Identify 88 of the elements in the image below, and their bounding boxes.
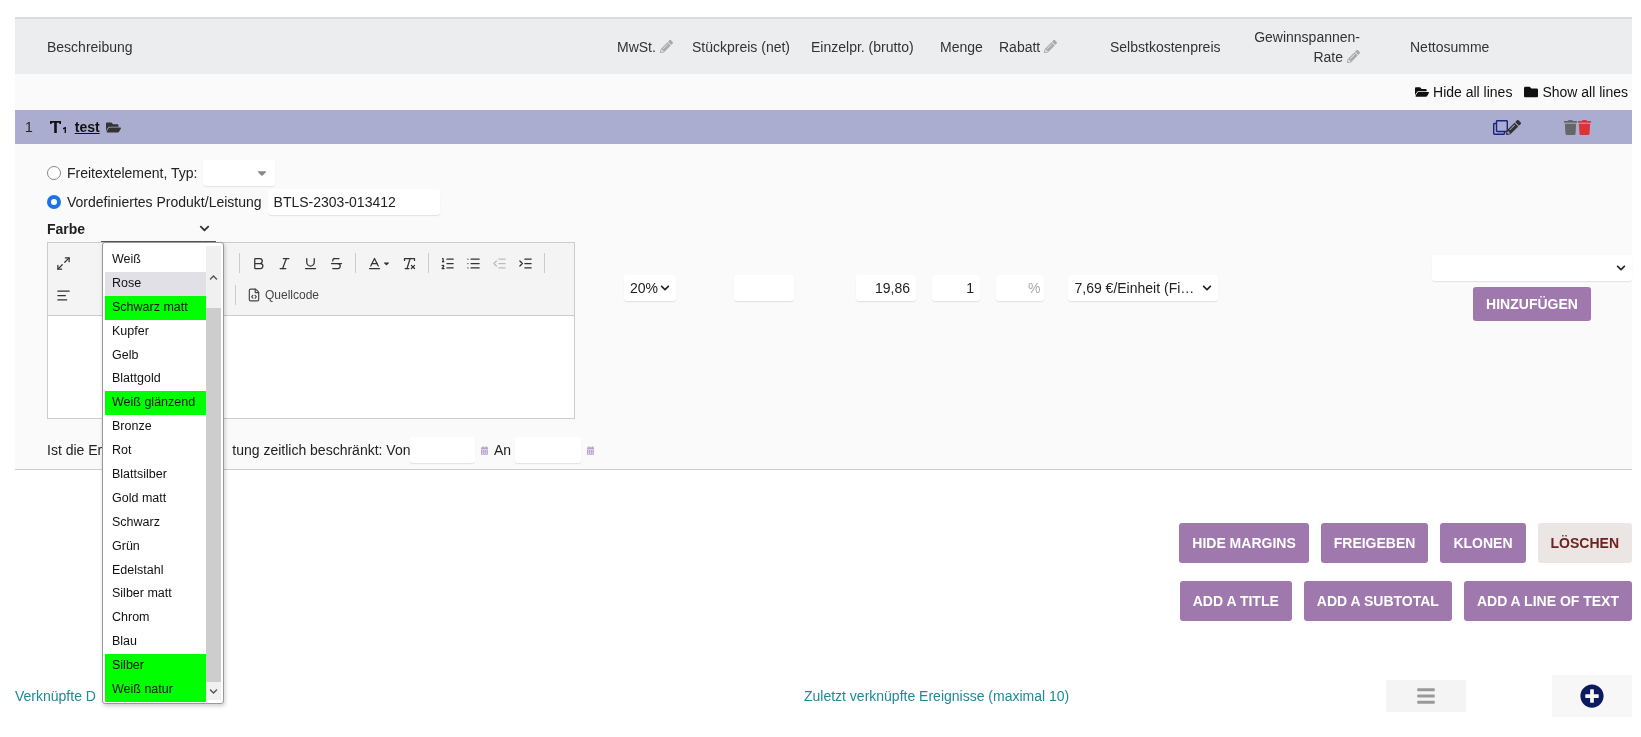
dropdown-option[interactable]: Edelstahl (105, 558, 206, 583)
chevron-icon (1202, 283, 1213, 293)
linked-events-link[interactable]: Zuletzt verknüpfte Ereignisse (maximal 10) (803, 688, 1070, 704)
column-header: Beschreibung (47, 37, 133, 57)
clear-format-icon[interactable] (402, 255, 417, 271)
quantity-field[interactable]: 1 (932, 275, 980, 301)
action-button[interactable]: ADD A LINE OF TEXT (1463, 581, 1632, 621)
copy-edit-icon[interactable] (1493, 119, 1521, 135)
title-type-icon (48, 119, 69, 135)
dropdown-option[interactable]: Schwarz (105, 510, 206, 535)
dropdown-option[interactable]: Schwarz matt (105, 295, 206, 320)
field-label: An (494, 442, 512, 458)
radio-label: Vordefiniertes Produkt/Leistung (67, 193, 262, 210)
field-label: Farbe (47, 221, 86, 237)
fullscreen-icon[interactable] (56, 255, 71, 271)
plus-icon (1580, 684, 1604, 708)
dropdown-option[interactable]: Blattgold (105, 367, 206, 392)
action-button[interactable]: KLONEN (1440, 523, 1526, 563)
strikethrough-icon[interactable] (329, 255, 344, 271)
dropdown-option[interactable]: Silber matt (105, 582, 206, 607)
dropdown-option[interactable]: Kupfer (105, 319, 206, 344)
action-button[interactable]: ADD A SUBTOTAL (1303, 581, 1452, 621)
radio-button[interactable] (47, 165, 61, 180)
open-folder-icon (1415, 85, 1429, 99)
dropdown-option[interactable]: Blattsilber (105, 463, 206, 487)
bold-icon[interactable] (251, 255, 266, 271)
align-left-icon[interactable] (56, 287, 71, 303)
menu-icon (1416, 686, 1436, 706)
column-header: Menge (940, 37, 983, 57)
column-header: Stückpreis (net) (692, 37, 791, 57)
menu-button[interactable] (1386, 680, 1466, 712)
line-title-link[interactable]: test (74, 119, 100, 135)
dropdown-option[interactable]: Weiß glänzend (105, 391, 206, 416)
column-header: Gewinnspannen-Rate (1253, 27, 1360, 67)
column-header: Selbstkostenpreis (1110, 37, 1221, 57)
italic-icon[interactable] (277, 255, 292, 271)
scroll-down-icon[interactable] (209, 686, 218, 696)
unit-price-field[interactable] (734, 275, 794, 301)
dropdown-option[interactable]: Silber (105, 654, 206, 679)
percent-sign: % (1028, 280, 1041, 296)
indent-icon[interactable] (518, 255, 533, 271)
text-color-icon[interactable] (367, 255, 391, 271)
question-text: Ist die Er (47, 442, 103, 458)
date-field[interactable] (410, 437, 475, 463)
select-field[interactable] (1432, 255, 1632, 281)
gross-price-field[interactable]: 19,86 (856, 275, 916, 301)
numbered-list-icon[interactable] (440, 255, 455, 271)
chevron-icon (199, 223, 211, 234)
action-button[interactable]: ADD A TITLE (1179, 581, 1292, 621)
toggle-lines-link[interactable]: Hide all lines (1415, 84, 1513, 100)
add-event-button[interactable] (1552, 675, 1632, 717)
action-button[interactable]: LÖSCHEN (1537, 523, 1632, 563)
underline-icon[interactable] (303, 255, 318, 271)
column-header: Einzelpr. (brutto) (811, 37, 914, 57)
bullet-list-icon[interactable] (466, 255, 481, 271)
radio-label: Freitextelement, Typ: (67, 164, 198, 181)
code-icon (247, 288, 261, 302)
column-header: Nettosumme (1410, 37, 1490, 57)
add-button[interactable]: HINZUFÜGEN (1473, 287, 1591, 321)
radio-button[interactable] (47, 194, 61, 209)
scroll-up-icon[interactable] (209, 272, 218, 282)
dropdown-option[interactable]: Grün (105, 534, 206, 559)
chevron-icon (1616, 263, 1626, 273)
vat-select[interactable]: 20% (624, 275, 676, 301)
chevron-icon (660, 283, 670, 293)
trash-icon[interactable] (1563, 119, 1592, 135)
dropdown-option[interactable]: Chrom (105, 606, 206, 631)
action-button[interactable]: HIDE MARGINS (1179, 523, 1309, 563)
dropdown-option[interactable]: Blau (105, 630, 206, 655)
folder-icon (1524, 85, 1539, 99)
line-number: 1 (25, 119, 33, 135)
toggle-lines-link[interactable]: Show all lines (1524, 84, 1628, 100)
date-field[interactable] (515, 437, 581, 463)
product-field[interactable]: BTLS-2303-013412 (267, 188, 440, 215)
linked-link[interactable]: Verknüpfte D (15, 688, 96, 704)
discount-field[interactable] (996, 275, 1044, 301)
dropdown-option[interactable]: Weiß natur (105, 678, 206, 702)
cost-price-select[interactable]: 7,69 €/Einheit (Fi… (1068, 275, 1219, 301)
dropdown-option[interactable]: Rose (105, 271, 206, 296)
column-header: Rabatt (999, 36, 1058, 57)
dropdown-option[interactable]: Rot (105, 439, 206, 463)
dropdown-option[interactable]: Gelb (105, 343, 206, 368)
source-code-button[interactable]: Quellcode (247, 288, 320, 302)
column-header: MwSt. (617, 36, 673, 57)
action-button[interactable]: FREIGEBEN (1320, 523, 1429, 563)
dropdown-option[interactable]: Weiß (105, 248, 206, 272)
dropdown-option[interactable]: Gold matt (105, 486, 206, 511)
question-text: tung zeitlich beschränkt: Von (232, 442, 411, 458)
